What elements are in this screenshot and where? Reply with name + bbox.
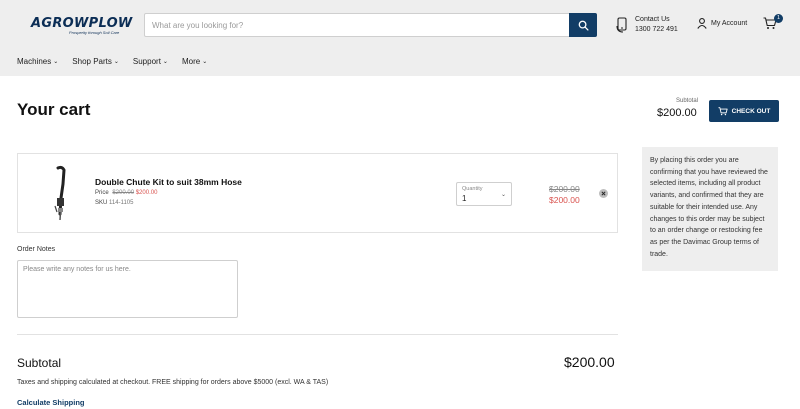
- logo-tagline: Prosperity through Soil Care: [69, 30, 120, 35]
- subtotal-label: Subtotal: [17, 356, 62, 370]
- contact-label: Contact Us: [635, 16, 670, 23]
- sku-value: 114-1105: [109, 200, 134, 206]
- cart-icon: [718, 106, 728, 115]
- tax-shipping-note: Taxes and shipping calculated at checkou…: [17, 379, 329, 386]
- site-header: AGROWPLOW Prosperity through Soil Care C…: [0, 0, 800, 76]
- contact-text: Contact Us 1300 722 491: [635, 15, 678, 35]
- contact-phone: 1300 722 491: [635, 26, 678, 33]
- user-icon: [697, 18, 707, 29]
- chevron-down-icon: ⌄: [500, 192, 506, 198]
- nav-label: Machines: [17, 57, 52, 66]
- search-input[interactable]: [145, 14, 570, 36]
- line-total-sale: $200.00: [549, 195, 580, 205]
- main-nav: Machines ⌄ Shop Parts ⌄ Support ⌄ More ⌄: [17, 57, 221, 66]
- sku-label: SKU: [95, 200, 108, 206]
- cart-count-badge: 1: [774, 14, 783, 23]
- page-title: Your cart: [17, 100, 91, 119]
- subtotal-top-value: $200.00: [657, 107, 697, 119]
- search-button[interactable]: [569, 13, 597, 37]
- remove-item-button[interactable]: [599, 189, 608, 198]
- search-bar: [144, 13, 597, 37]
- product-name[interactable]: Double Chute Kit to suit 38mm Hose: [95, 177, 242, 187]
- divider: [17, 334, 618, 335]
- phone-support-icon: [616, 17, 627, 33]
- my-account-link[interactable]: My Account: [697, 18, 747, 29]
- brand-logo[interactable]: AGROWPLOW Prosperity through Soil Care: [31, 16, 133, 36]
- subtotal-value: $200.00: [564, 354, 615, 370]
- checkout-label: CHECK OUT: [731, 107, 771, 115]
- nav-label: More: [181, 57, 201, 66]
- quantity-label: Quantity: [462, 186, 483, 192]
- chevron-down-icon: ⌄: [162, 59, 168, 65]
- close-icon: [601, 191, 606, 196]
- product-sku: SKU 114-1105: [95, 200, 133, 206]
- quantity-select[interactable]: Quantity 1 ⌄: [456, 182, 512, 206]
- nav-item-more[interactable]: More ⌄: [182, 57, 207, 66]
- price-sale: $200.00: [135, 190, 158, 196]
- chevron-down-icon: ⌄: [113, 59, 119, 65]
- line-total-original: $200.00: [549, 184, 580, 194]
- cart-link[interactable]: 1: [763, 14, 783, 35]
- order-notes-label: Order Notes: [17, 246, 56, 253]
- account-label: My Account: [711, 20, 748, 27]
- order-disclaimer: By placing this order you are confirming…: [642, 147, 778, 271]
- chevron-down-icon: ⌄: [53, 59, 59, 65]
- product-price: Price $200.00 $200.00: [95, 190, 157, 196]
- nav-item-shop-parts[interactable]: Shop Parts ⌄: [72, 57, 119, 66]
- cart-line-item: Double Chute Kit to suit 38mm Hose Price…: [17, 153, 618, 233]
- contact-link[interactable]: Contact Us 1300 722 491: [616, 15, 678, 35]
- product-image[interactable]: [46, 164, 76, 224]
- nav-item-support[interactable]: Support ⌄: [133, 57, 168, 66]
- checkout-button[interactable]: CHECK OUT: [709, 100, 779, 122]
- subtotal-top-label: Subtotal: [676, 98, 699, 104]
- price-original: $200.00: [112, 190, 135, 196]
- nav-label: Support: [132, 57, 161, 66]
- nav-label: Shop Parts: [72, 57, 112, 66]
- price-label: Price: [95, 190, 109, 196]
- quantity-value: 1: [462, 194, 467, 203]
- search-icon: [578, 20, 589, 31]
- chevron-down-icon: ⌄: [202, 59, 208, 65]
- logo-text: AGROWPLOW: [31, 16, 133, 31]
- calculate-shipping-link[interactable]: Calculate Shipping: [17, 398, 85, 407]
- order-notes-field[interactable]: [17, 260, 238, 318]
- nav-item-machines[interactable]: Machines ⌄: [17, 57, 58, 66]
